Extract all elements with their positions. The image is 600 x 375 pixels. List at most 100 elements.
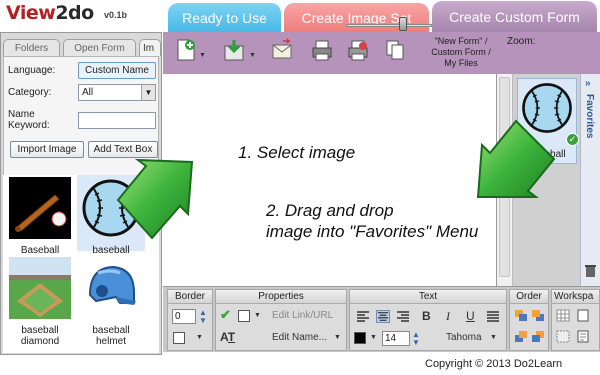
favorites-label: Favorites [584, 94, 595, 139]
new-form-icon[interactable] [175, 38, 197, 62]
zoom-label: Zoom: [507, 36, 536, 47]
text-group: Text B I U ▼ 14 ▲ ▼ Tahoma ▼ [349, 289, 507, 351]
text-group-label: Text [350, 290, 506, 304]
zoom-slider-handle[interactable] [398, 17, 407, 31]
instruction-step-1: 1. Select image [238, 143, 356, 162]
image-caption-line1: baseball [92, 325, 130, 336]
fill-color-swatch[interactable] [238, 310, 250, 322]
image-item-baseball-diamond[interactable]: baseball diamond [6, 257, 74, 347]
custom-name-button[interactable]: Custom Name [78, 62, 156, 79]
chevron-down-icon[interactable]: ▼ [196, 334, 203, 341]
print-icon[interactable] [311, 38, 333, 62]
zoom-slider[interactable] [346, 24, 432, 27]
favorites-panel: ✓ baseball [513, 74, 580, 286]
vertical-scrollbar[interactable] [497, 74, 513, 286]
instruction-step-2-line1: 2. Drag and drop [266, 201, 394, 220]
category-value: All [82, 87, 94, 98]
workspace-group: Workspa [551, 289, 600, 351]
border-color-swatch[interactable] [173, 332, 185, 344]
check-icon[interactable]: ✔ [220, 307, 231, 323]
image-item-baseball[interactable]: baseball [77, 175, 145, 256]
stepper-down-icon[interactable]: ▼ [199, 316, 207, 325]
print-preview-icon[interactable] [347, 38, 369, 62]
chevron-down-icon[interactable]: ▼ [490, 334, 497, 341]
tab-open-form[interactable]: Open Form [63, 39, 136, 56]
justify-icon[interactable] [486, 310, 500, 323]
checkmark-icon: ✓ [566, 133, 579, 146]
image-caption: baseball [92, 245, 130, 256]
form-canvas[interactable] [163, 74, 497, 286]
form-path-line3: My Files [444, 58, 478, 68]
bring-forward-icon[interactable] [514, 309, 528, 322]
text-color-swatch[interactable] [354, 332, 366, 344]
send-backward-icon[interactable] [514, 330, 528, 343]
left-panel-tabs: Folders Open Form Im [3, 39, 161, 56]
font-family-select[interactable]: Tahoma [446, 332, 482, 343]
chevron-down-icon[interactable]: ▼ [141, 85, 155, 100]
form-toolbar: ▼ ▼ "New Form" / Custom Form / My Files … [163, 32, 600, 74]
baseball-icon [82, 179, 140, 237]
tab-create-image-set[interactable]: Create Image Set [284, 3, 429, 32]
scrollbar-thumb[interactable] [499, 77, 510, 277]
tab-folders[interactable]: Folders [3, 39, 60, 56]
image-library-panel: Folders Open Form Im Language: Custom Na… [0, 32, 162, 355]
tab-images[interactable]: Im [139, 39, 161, 56]
trash-icon[interactable] [585, 264, 596, 277]
add-text-box-button[interactable]: Add Text Box [88, 141, 158, 158]
category-select[interactable]: All ▼ [78, 84, 156, 101]
align-center-icon[interactable] [376, 310, 390, 323]
favorites-tab[interactable]: » Favorites [580, 74, 600, 286]
chevron-down-icon[interactable]: ▼ [249, 52, 256, 59]
grid-icon[interactable] [556, 309, 570, 322]
save-icon[interactable] [223, 38, 245, 62]
workspace-group-label: Workspa [552, 290, 599, 304]
font-size-input[interactable]: 14 [382, 331, 410, 346]
tab-ready-to-use[interactable]: Ready to Use [168, 3, 281, 32]
baseball-icon [522, 83, 572, 133]
image-caption-line2: diamond [20, 336, 60, 347]
send-to-back-icon[interactable] [531, 330, 545, 343]
copyright-notice: Copyright © 2013 Do2Learn [425, 358, 563, 370]
image-caption-line2: helmet [95, 336, 126, 347]
underline-icon[interactable]: U [466, 309, 475, 323]
email-icon[interactable] [271, 38, 293, 62]
border-group: Border 0 ▲ ▼ ▼ [167, 289, 213, 351]
page-icon[interactable] [576, 309, 590, 322]
image-item-baseball-bat[interactable]: Baseball [6, 177, 74, 256]
keyword-input[interactable] [78, 112, 156, 129]
double-chevron-icon[interactable]: » [585, 78, 591, 89]
form-path-line1: "New Form" / [434, 36, 488, 46]
chevron-down-icon[interactable]: ▼ [334, 334, 341, 341]
image-item-baseball-helmet[interactable]: baseball helmet [77, 257, 145, 347]
order-group-label: Order [510, 290, 548, 304]
app-version: v0.1b [104, 10, 128, 20]
form-path-line2: Custom Form / [431, 47, 491, 57]
bring-to-front-icon[interactable] [531, 309, 545, 322]
tab-create-custom-form[interactable]: Create Custom Form [432, 1, 597, 32]
bold-icon[interactable]: B [422, 309, 431, 323]
edit-link-button[interactable]: Edit Link/URL [272, 310, 333, 321]
import-image-button[interactable]: Import Image [10, 141, 84, 158]
category-label: Category: [8, 87, 52, 98]
app-logo: View2do [6, 2, 94, 24]
chevron-down-icon[interactable]: ▼ [199, 52, 206, 59]
baseball-helmet-icon [88, 265, 136, 305]
italic-icon[interactable]: I [446, 309, 450, 324]
align-right-icon[interactable] [396, 310, 410, 323]
instruction-step-2-line2: image into "Favorites" Menu [266, 222, 479, 241]
keyword-label-line1: Name [8, 109, 35, 120]
snap-icon[interactable] [556, 330, 570, 343]
stepper-down-icon[interactable]: ▼ [412, 338, 420, 347]
chevron-down-icon[interactable]: ▼ [370, 334, 377, 341]
copy-icon[interactable] [384, 38, 406, 62]
align-left-icon[interactable] [356, 310, 370, 323]
edit-name-button[interactable]: Edit Name... [272, 332, 327, 343]
text-style-icon[interactable]: AT [220, 330, 235, 344]
border-group-label: Border [168, 290, 212, 304]
favorite-item-baseball[interactable]: ✓ baseball [517, 78, 579, 164]
border-width-input[interactable]: 0 [172, 309, 196, 324]
logo-text: View2do [6, 2, 94, 24]
chevron-down-icon[interactable]: ▼ [254, 312, 261, 319]
page-settings-icon[interactable] [576, 330, 590, 343]
properties-group-label: Properties [216, 290, 346, 304]
